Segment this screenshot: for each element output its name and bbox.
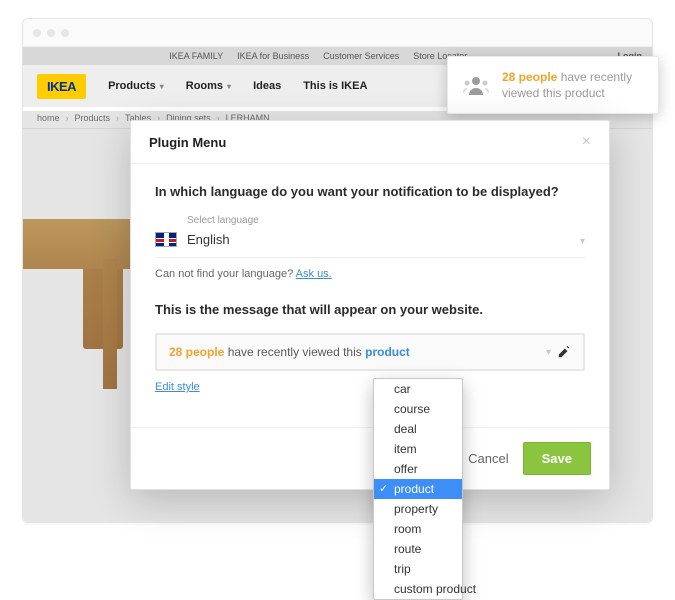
option-property[interactable]: property bbox=[374, 499, 462, 519]
ask-us-link[interactable]: Ask us. bbox=[296, 268, 332, 280]
option-custom-product[interactable]: custom product bbox=[374, 579, 462, 599]
window-dot bbox=[33, 29, 41, 37]
token-options-dropdown[interactable]: carcoursedealitemofferproductpropertyroo… bbox=[373, 378, 463, 600]
modal-title: Plugin Menu bbox=[149, 135, 226, 150]
browser-chrome bbox=[23, 19, 652, 47]
option-product[interactable]: product bbox=[374, 479, 462, 499]
util-link[interactable]: IKEA for Business bbox=[237, 51, 309, 61]
language-value: English bbox=[187, 228, 585, 251]
save-button[interactable]: Save bbox=[523, 442, 591, 475]
language-help: Can not find your language? Ask us. bbox=[155, 268, 585, 280]
language-select[interactable]: Select language English ▾ bbox=[155, 215, 585, 258]
views-toast: 28 people have recently viewed this prod… bbox=[447, 56, 659, 114]
chevron-down-icon: ▾ bbox=[160, 82, 164, 91]
message-preview[interactable]: 28 people have recently viewed this prod… bbox=[155, 333, 585, 371]
option-room[interactable]: room bbox=[374, 519, 462, 539]
nav-rooms[interactable]: Rooms▾ bbox=[186, 80, 231, 92]
language-label: Select language bbox=[187, 215, 585, 226]
option-item[interactable]: item bbox=[374, 439, 462, 459]
close-icon[interactable]: × bbox=[582, 133, 591, 151]
language-question: In which language do you want your notif… bbox=[155, 184, 585, 199]
plugin-menu-modal: Plugin Menu × In which language do you w… bbox=[130, 120, 610, 490]
nav-products[interactable]: Products▾ bbox=[108, 80, 164, 92]
option-deal[interactable]: deal bbox=[374, 419, 462, 439]
brand-logo[interactable]: IKEA bbox=[37, 74, 86, 99]
chevron-down-icon: ▾ bbox=[580, 236, 585, 247]
edit-style-link[interactable]: Edit style bbox=[155, 381, 200, 393]
nav-thisis[interactable]: This is IKEA bbox=[303, 80, 367, 92]
edit-icon[interactable] bbox=[557, 345, 571, 359]
util-link[interactable]: IKEA FAMILY bbox=[169, 51, 223, 61]
option-offer[interactable]: offer bbox=[374, 459, 462, 479]
nav-ideas[interactable]: Ideas bbox=[253, 80, 281, 92]
option-trip[interactable]: trip bbox=[374, 559, 462, 579]
message-heading: This is the message that will appear on … bbox=[155, 302, 585, 317]
window-dot bbox=[47, 29, 55, 37]
uk-flag-icon bbox=[155, 232, 177, 247]
toast-text: 28 people have recently viewed this prod… bbox=[502, 69, 643, 101]
window-dot bbox=[61, 29, 69, 37]
chevron-down-icon: ▾ bbox=[546, 347, 551, 358]
util-link[interactable]: Customer Services bbox=[323, 51, 399, 61]
people-icon bbox=[463, 75, 489, 95]
option-course[interactable]: course bbox=[374, 399, 462, 419]
option-car[interactable]: car bbox=[374, 379, 462, 399]
option-route[interactable]: route bbox=[374, 539, 462, 559]
cancel-button[interactable]: Cancel bbox=[468, 451, 508, 466]
message-token: product bbox=[365, 345, 410, 359]
chevron-down-icon: ▾ bbox=[227, 82, 231, 91]
